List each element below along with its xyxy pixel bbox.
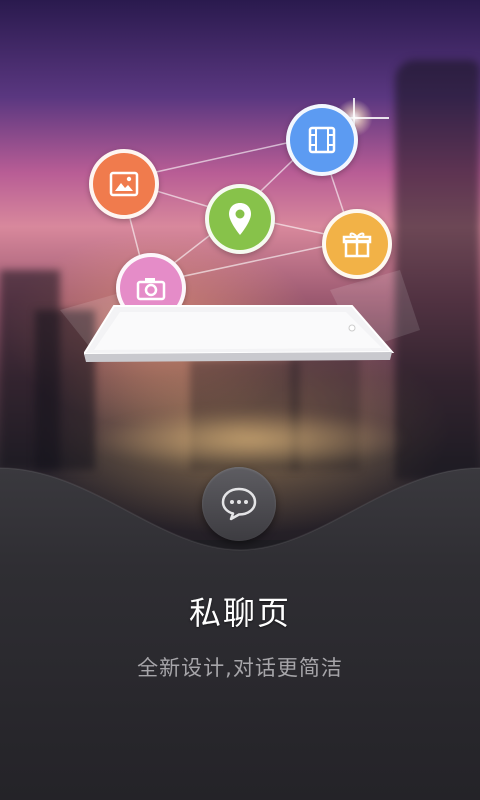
video-icon bbox=[286, 104, 358, 176]
tablet-device bbox=[84, 305, 394, 362]
location-pin-icon bbox=[205, 184, 275, 254]
image-icon bbox=[89, 149, 159, 219]
chat-button[interactable] bbox=[202, 467, 276, 541]
feature-subtitle: 全新设计,对话更简洁 bbox=[137, 656, 343, 680]
feature-title: 私聊页 bbox=[188, 594, 291, 632]
feature-intro-screen: 私聊页 全新设计,对话更简洁 bbox=[0, 0, 480, 800]
gift-icon bbox=[322, 209, 392, 279]
chat-bubble-icon bbox=[221, 487, 257, 521]
